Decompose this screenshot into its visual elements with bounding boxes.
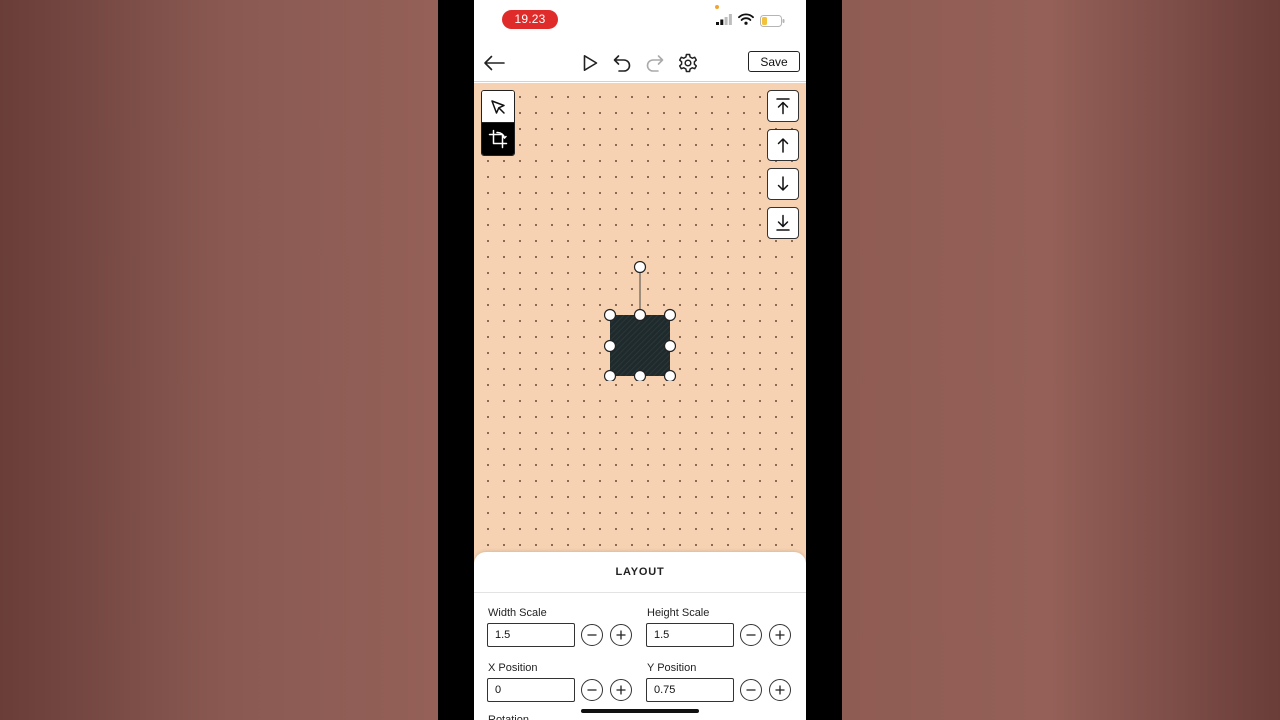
minus-icon xyxy=(587,634,597,636)
minus-icon xyxy=(746,689,756,691)
resize-handle xyxy=(604,369,617,381)
battery-icon xyxy=(760,15,785,27)
undo-button[interactable] xyxy=(609,50,635,76)
save-button[interactable]: Save xyxy=(748,51,800,72)
y-position-decrement-button[interactable] xyxy=(740,679,762,701)
send-backward-button[interactable] xyxy=(767,168,799,200)
rotation-label: Rotation xyxy=(488,714,529,720)
transform-tool-button[interactable] xyxy=(482,123,514,155)
wifi-icon xyxy=(738,13,754,25)
redo-icon xyxy=(646,55,664,72)
signal-icon xyxy=(716,14,732,25)
y-position-input[interactable] xyxy=(646,678,734,702)
settings-button[interactable] xyxy=(675,50,701,76)
editor-toolbar: Save xyxy=(474,44,806,82)
bring-forward-icon xyxy=(777,138,789,153)
height-scale-increment-button[interactable] xyxy=(769,624,791,646)
rotate-handle xyxy=(633,261,647,274)
y-position-label: Y Position xyxy=(647,662,697,674)
width-scale-decrement-button[interactable] xyxy=(581,624,603,646)
design-canvas[interactable] xyxy=(474,83,806,563)
resize-handle xyxy=(633,369,647,381)
gear-icon xyxy=(678,53,698,73)
x-position-label: X Position xyxy=(488,662,538,674)
bring-to-front-icon xyxy=(776,98,790,115)
resize-handle xyxy=(604,308,617,322)
send-to-back-icon xyxy=(776,214,790,231)
x-position-decrement-button[interactable] xyxy=(581,679,603,701)
plus-icon xyxy=(775,630,785,640)
bring-to-front-button[interactable] xyxy=(767,90,799,122)
tool-panel xyxy=(481,90,515,156)
play-button[interactable] xyxy=(577,50,603,76)
width-scale-input[interactable] xyxy=(487,623,575,647)
undo-icon xyxy=(613,55,631,72)
width-scale-label: Width Scale xyxy=(488,607,547,619)
panel-title: LAYOUT xyxy=(615,566,665,578)
height-scale-input[interactable] xyxy=(646,623,734,647)
resize-handle xyxy=(663,369,676,381)
mic-indicator-dot xyxy=(715,5,719,9)
home-indicator[interactable] xyxy=(581,709,699,713)
height-scale-label: Height Scale xyxy=(647,607,710,619)
minus-icon xyxy=(587,689,597,691)
send-to-back-button[interactable] xyxy=(767,207,799,239)
height-scale-decrement-button[interactable] xyxy=(740,624,762,646)
selected-square-shape[interactable] xyxy=(604,261,676,381)
app-screen: 19.23 Save LAYOUT Width Scale 1.5 Height… xyxy=(474,0,806,720)
status-time: 19.23 xyxy=(502,10,558,29)
layout-panel: LAYOUT Width Scale Height Scale X Positi… xyxy=(474,552,806,720)
width-scale-increment-button[interactable] xyxy=(610,624,632,646)
y-position-increment-button[interactable] xyxy=(769,679,791,701)
plus-icon xyxy=(775,685,785,695)
resize-handle xyxy=(604,339,617,353)
send-backward-icon xyxy=(777,176,789,191)
x-position-increment-button[interactable] xyxy=(610,679,632,701)
resize-handle xyxy=(663,308,676,322)
redo-button[interactable] xyxy=(642,50,668,76)
transform-crop-icon xyxy=(488,129,508,149)
select-pointer-icon xyxy=(491,99,505,114)
play-icon xyxy=(583,55,598,71)
bring-forward-button[interactable] xyxy=(767,129,799,161)
divider xyxy=(474,592,806,593)
plus-icon xyxy=(616,630,626,640)
back-arrow-icon xyxy=(484,55,505,71)
back-button[interactable] xyxy=(481,50,507,76)
status-bar: 19.23 xyxy=(474,0,806,44)
minus-icon xyxy=(746,634,756,636)
plus-icon xyxy=(616,685,626,695)
resize-handle xyxy=(663,339,676,353)
x-position-input[interactable] xyxy=(487,678,575,702)
resize-handle xyxy=(633,308,647,322)
select-tool-button[interactable] xyxy=(482,91,514,123)
